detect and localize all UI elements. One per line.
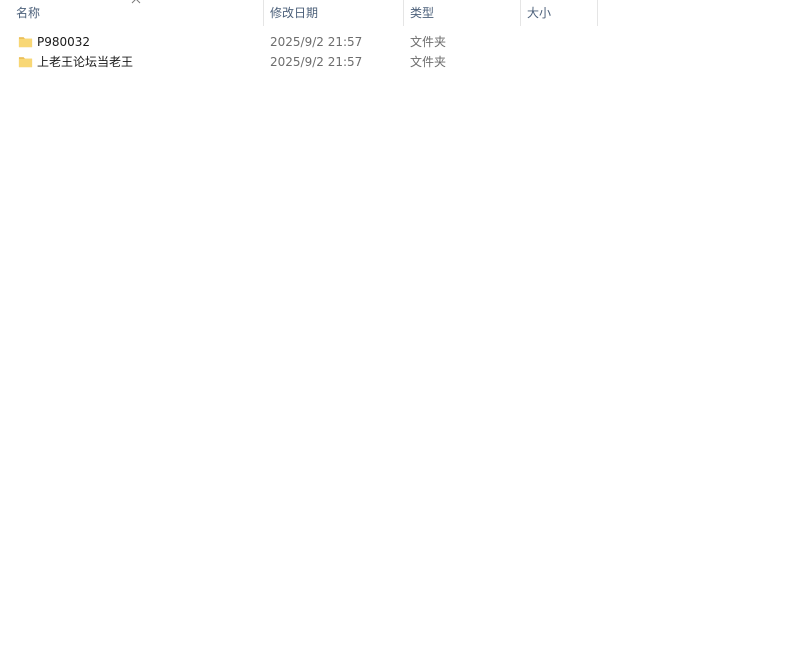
name-cell: P980032 xyxy=(18,32,264,52)
file-name: P980032 xyxy=(37,35,91,49)
file-type: 文件夹 xyxy=(410,55,447,69)
date-modified: 2025/9/2 21:57 xyxy=(270,55,363,69)
column-header-name-label: 名称 xyxy=(16,6,41,20)
column-header-type-label: 类型 xyxy=(410,6,435,20)
column-header-size-label: 大小 xyxy=(527,6,552,20)
file-name: 上老王论坛当老王 xyxy=(37,55,134,69)
column-header-type[interactable]: 类型 xyxy=(404,0,521,26)
file-type: 文件夹 xyxy=(410,35,447,49)
column-header-row: 名称 修改日期 类型 大小 xyxy=(0,0,598,26)
file-explorer-list-view: 名称 修改日期 类型 大小 P980032 2025/9/2 21:57 文件夹… xyxy=(0,0,800,663)
file-list: P980032 2025/9/2 21:57 文件夹 上老王论坛当老王 2025… xyxy=(0,32,800,72)
column-header-date-modified[interactable]: 修改日期 xyxy=(264,0,404,26)
file-row[interactable]: P980032 2025/9/2 21:57 文件夹 xyxy=(0,32,800,52)
name-cell: 上老王论坛当老王 xyxy=(18,52,264,72)
column-divider[interactable] xyxy=(597,0,598,26)
date-modified: 2025/9/2 21:57 xyxy=(270,35,363,49)
folder-icon xyxy=(18,57,33,68)
column-header-size[interactable]: 大小 xyxy=(521,0,598,26)
chevron-up-icon xyxy=(131,0,141,4)
file-row[interactable]: 上老王论坛当老王 2025/9/2 21:57 文件夹 xyxy=(0,52,800,72)
folder-icon xyxy=(18,37,33,48)
column-header-date-label: 修改日期 xyxy=(270,6,319,20)
